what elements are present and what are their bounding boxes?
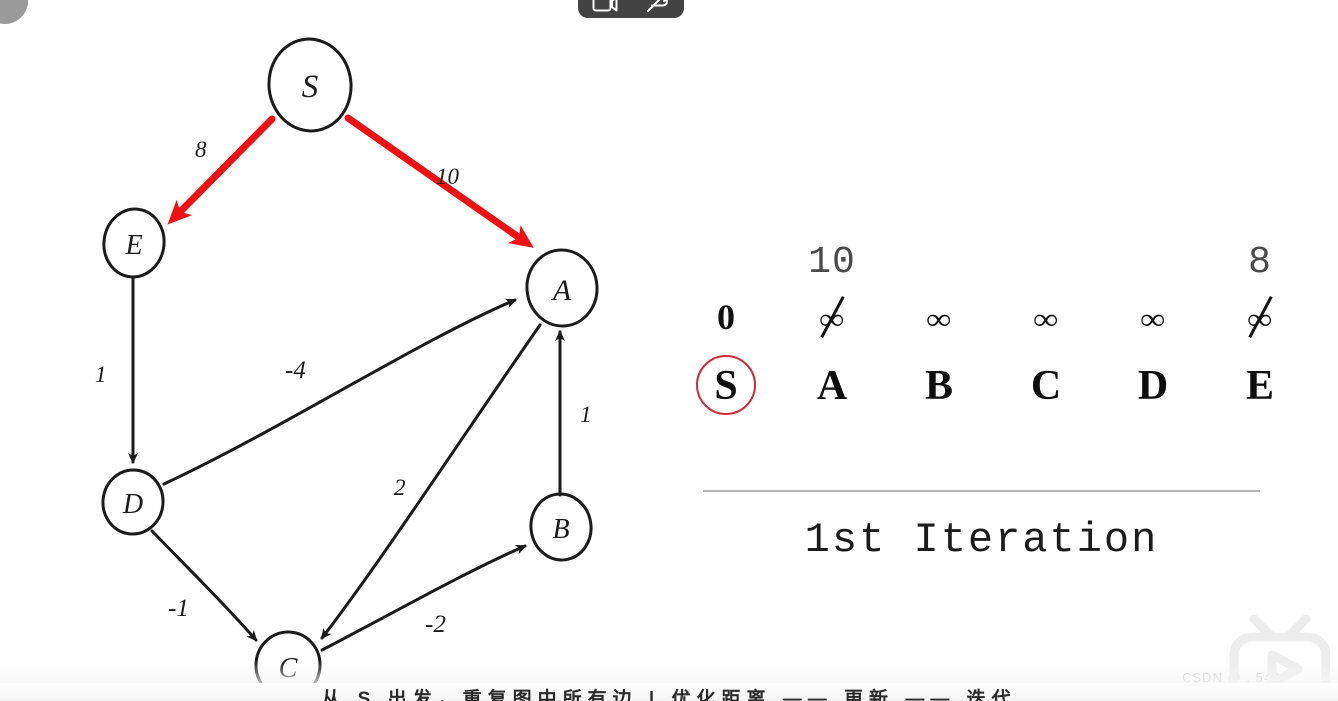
player-toolbar[interactable] xyxy=(578,0,684,18)
subtitle-strip: 从 S 出发，重复图中所有边 | 优化距离 —— 更新 —— 迭代 xyxy=(0,683,1338,701)
table-column-E: 8 ∞ E xyxy=(1206,240,1314,424)
current-value-A: ∞ xyxy=(778,286,886,348)
table-column-A: 10 ∞ A xyxy=(778,240,886,424)
table-node-A: A xyxy=(816,363,848,409)
table-column-S: 0 S xyxy=(672,240,780,424)
edge-weight-C-B: -2 xyxy=(425,611,446,638)
infinity-glyph-E: ∞ xyxy=(1247,303,1273,336)
screenshot-icon[interactable] xyxy=(590,0,620,15)
node-label-S: S xyxy=(302,69,319,105)
infinity-glyph-B: ∞ xyxy=(926,303,952,336)
edge-D-A xyxy=(162,298,517,486)
current-value-E: ∞ xyxy=(1206,286,1314,348)
table-column-B: ∞ B xyxy=(885,240,993,424)
node-label-D: D xyxy=(122,489,143,520)
edge-weight-A-C: 2 xyxy=(394,475,406,500)
edge-weight-S-E: 8 xyxy=(195,137,207,162)
infinity-glyph-C: ∞ xyxy=(1033,303,1059,336)
node-label-C: C xyxy=(279,653,298,684)
edge-weight-E-D: 1 xyxy=(95,362,107,387)
updated-value-A: 10 xyxy=(808,241,856,284)
table-node-S: S xyxy=(672,348,780,424)
edge-weight-S-A: 10 xyxy=(436,164,460,189)
updated-value-C xyxy=(992,240,1100,286)
current-value-S: 0 xyxy=(717,297,735,337)
node-label-B: B xyxy=(552,514,569,545)
edge-D-C xyxy=(150,529,258,642)
node-label-E: E xyxy=(124,230,142,261)
updated-value-E: 8 xyxy=(1248,241,1272,284)
table-node-D: D xyxy=(1137,363,1169,409)
current-value-D: ∞ xyxy=(1099,286,1207,348)
table-column-C: ∞ C xyxy=(992,240,1100,424)
clip-share-icon[interactable] xyxy=(643,0,673,15)
current-value-C: ∞ xyxy=(992,286,1100,348)
node-label-A: A xyxy=(551,274,572,307)
updated-value-D xyxy=(1099,240,1207,286)
edge-weight-B-A: 1 xyxy=(580,402,592,427)
edge-weight-D-A: -4 xyxy=(285,357,306,384)
table-divider xyxy=(703,490,1260,492)
table-node-B: B xyxy=(924,363,953,409)
updated-value-B xyxy=(885,240,993,286)
current-value-B: ∞ xyxy=(885,286,993,348)
subtitle-text: 从 S 出发，重复图中所有边 | 优化距离 —— 更新 —— 迭代 xyxy=(321,689,1017,701)
infinity-glyph-D: ∞ xyxy=(1140,303,1166,336)
table-node-E: E xyxy=(1245,363,1274,409)
table-column-D: ∞ D xyxy=(1099,240,1207,424)
table-node-C: C xyxy=(1030,363,1062,409)
edge-S-E xyxy=(167,115,276,225)
edge-weight-D-C: -1 xyxy=(168,595,189,622)
iteration-label: 1st Iteration xyxy=(804,516,1159,564)
video-frame: S E A D B C 8 10 1 -4 -1 2 -2 1 0 S 10 ∞… xyxy=(0,0,1338,701)
updated-value-S xyxy=(672,240,780,286)
infinity-glyph-A: ∞ xyxy=(819,303,845,336)
